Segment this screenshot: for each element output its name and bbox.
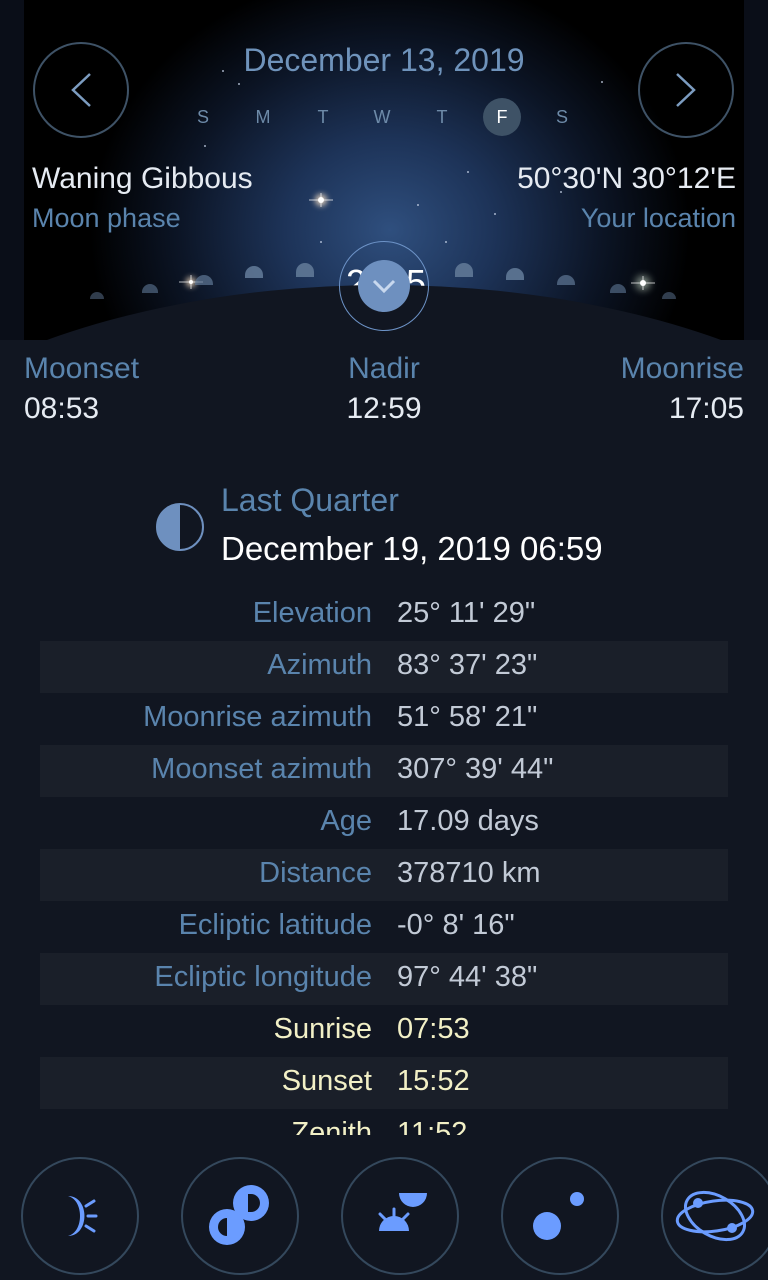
detail-label: Sunset [281,1065,372,1097]
nav-moon-today-button[interactable] [21,1157,139,1275]
detail-value: -0° 8' 16" [397,909,515,941]
detail-row-sunrise: Sunrise 07:53 [40,1005,728,1057]
moonrise-time: 17:05 [668,392,744,425]
bright-star [189,280,193,284]
previous-day-button[interactable] [33,42,129,138]
moon-times: Moonset 08:53 Nadir 12:59 Moonrise 17:05 [24,352,744,432]
next-phase-name: Last Quarter [221,482,399,518]
nadir-label: Nadir [348,352,420,385]
weekday-thu[interactable]: T [423,98,461,136]
detail-row-elevation: Elevation 25° 11' 29" [40,589,728,641]
weekday-selector: S M T W T F S [184,98,586,136]
moon-path-dot [557,275,575,285]
moonset-label: Moonset [24,352,140,385]
detail-row-zenith: Zenith 11:52 [40,1109,728,1135]
detail-value: 378710 km [397,857,541,889]
weekday-sun[interactable]: S [184,98,222,136]
moon-path-dot [610,284,626,293]
weekday-fri[interactable]: F [483,98,521,136]
moon-phases-icon [209,1185,269,1245]
moon-path-dot [506,268,524,280]
chevron-down-icon [372,279,396,294]
star [320,241,322,243]
detail-value: 51° 58' 21" [397,701,538,733]
nav-orbit-button[interactable] [661,1157,768,1275]
detail-value: 15:52 [397,1065,470,1097]
detail-value: 11:52 [397,1117,468,1135]
location-value[interactable]: 50°30'N 30°12'E [517,162,736,196]
next-day-button[interactable] [638,42,734,138]
sunrise-moonset-icon [378,1193,427,1231]
nav-moon-phases-button[interactable] [181,1157,299,1275]
last-quarter-moon-icon [156,503,204,551]
star [204,145,206,147]
weekday-sat[interactable]: S [543,98,581,136]
weekday-tue[interactable]: T [304,98,342,136]
location-label[interactable]: Your location [581,203,736,234]
detail-row-ecliptic-latitude: Ecliptic latitude -0° 8' 16" [40,901,728,953]
detail-value: 83° 37' 23" [397,649,538,681]
detail-row-distance: Distance 378710 km [40,849,728,901]
star [417,204,419,206]
star [467,171,469,173]
moon-phase-value: Waning Gibbous [32,162,253,195]
detail-value: 97° 44' 38" [397,961,538,993]
nav-sun-moon-rise-button[interactable] [341,1157,459,1275]
detail-label: Distance [259,857,372,889]
detail-label: Sunrise [273,1013,372,1045]
moon-rays-icon [68,1196,98,1236]
sky-view: 2 :05 December 13, 2019 S M T W T F S Wa… [0,0,768,340]
star [494,213,496,215]
detail-label: Moonset azimuth [151,753,372,785]
bright-star [640,280,646,286]
moon-path-dot [662,292,676,299]
detail-value: 25° 11' 29" [397,597,536,629]
moonset-time: 08:53 [24,392,100,425]
detail-label: Azimuth [267,649,372,681]
moonrise-block: Moonrise 17:05 [621,352,744,426]
chevron-right-icon [676,73,696,107]
moonset-block: Moonset 08:53 [24,352,139,426]
detail-label: Age [320,805,372,837]
nadir-time: 12:59 [346,392,422,425]
bright-star [318,197,324,203]
detail-row-moonset-azimuth: Moonset azimuth 307° 39' 44" [40,745,728,797]
moonrise-label: Moonrise [620,352,744,385]
detail-row-ecliptic-longitude: Ecliptic longitude 97° 44' 38" [40,953,728,1005]
star [445,241,447,243]
detail-row-moonrise-azimuth: Moonrise azimuth 51° 58' 21" [40,693,728,745]
detail-label: Zenith [291,1117,372,1135]
bottom-navigation [0,1155,768,1280]
detail-value: 307° 39' 44" [397,753,554,785]
orbit-icon [675,1190,755,1242]
nav-planets-button[interactable] [501,1157,619,1275]
moon-path-dot [90,292,104,299]
detail-label: Elevation [252,597,372,629]
detail-value: 17.09 days [397,805,539,837]
star [238,83,240,85]
star [601,81,603,83]
moon-path-dot [296,263,314,277]
detail-row-age: Age 17.09 days [40,797,728,849]
moon-path-dot [195,275,213,285]
next-phase-datetime: December 19, 2019 06:59 [221,530,603,567]
detail-label: Ecliptic longitude [154,961,372,993]
detail-label: Ecliptic latitude [178,909,372,941]
moon-details-table: Elevation 25° 11' 29" Azimuth 83° 37' 23… [40,589,728,1135]
weekday-mon[interactable]: M [244,98,282,136]
detail-row-sunset: Sunset 15:52 [40,1057,728,1109]
chevron-left-icon [71,73,91,107]
moon-path-dot [245,266,263,278]
moon-path-dot [455,263,473,277]
nadir-block: Nadir 12:59 [284,352,484,426]
moon-phase-label: Moon phase [32,203,181,233]
weekday-wed[interactable]: W [363,98,401,136]
detail-row-azimuth: Azimuth 83° 37' 23" [40,641,728,693]
celestial-bodies-icon [533,1192,584,1240]
detail-value: 07:53 [397,1013,470,1045]
expand-toggle-button[interactable] [358,260,410,312]
moon-path-dot [142,284,158,293]
detail-label: Moonrise azimuth [143,701,372,733]
